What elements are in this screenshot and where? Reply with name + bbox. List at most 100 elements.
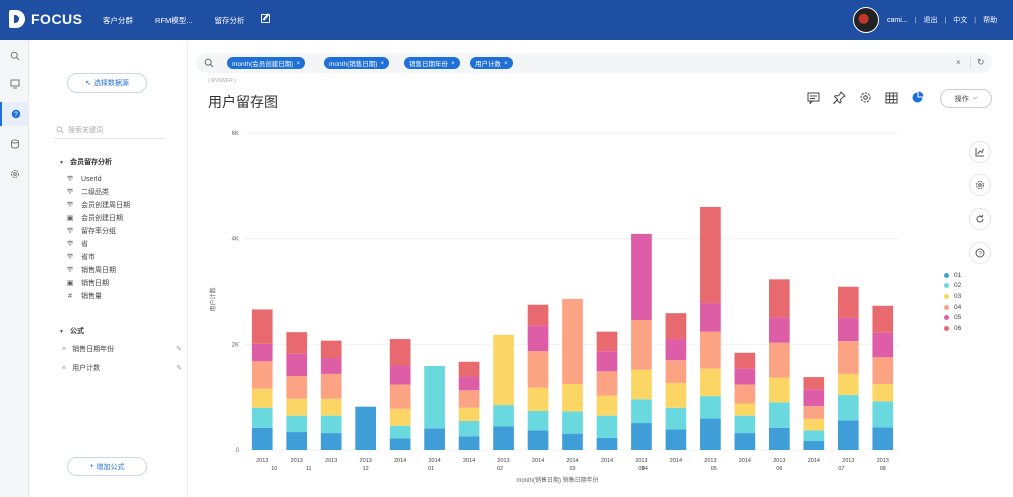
axis-config-icon[interactable]	[969, 141, 991, 163]
close-icon[interactable]: ×	[380, 60, 384, 67]
bar-segment	[527, 387, 549, 411]
bar-segment	[527, 410, 549, 431]
legend-item[interactable]: 06	[944, 323, 961, 334]
plus-icon: +	[89, 463, 94, 470]
field-item[interactable]: Ͳ 二级品类	[66, 187, 109, 197]
refresh-icon[interactable]: ↻	[977, 57, 985, 68]
gear-icon[interactable]	[858, 90, 873, 105]
logout-link[interactable]: 退出	[923, 15, 937, 25]
close-icon[interactable]: ×	[504, 60, 508, 67]
bar-segment	[769, 317, 790, 343]
search-icon[interactable]	[0, 44, 29, 68]
arrow-icon: ↖	[85, 80, 91, 87]
field-item[interactable]: # 销售量	[66, 291, 102, 301]
pin-icon[interactable]	[832, 90, 847, 105]
bar-segment	[769, 342, 790, 378]
bar-segment	[837, 286, 859, 318]
language-switch[interactable]: 中文	[953, 15, 967, 25]
bar-segment	[631, 423, 652, 450]
query-chip[interactable]: month(会员创建日期) ×	[227, 57, 306, 69]
pie-chart-icon[interactable]	[910, 90, 925, 105]
bar-segment	[389, 438, 411, 450]
field-item[interactable]: Ͳ 留存率分组	[66, 226, 116, 236]
field-item[interactable]: ▣ 会员创建日期	[66, 213, 123, 223]
legend-item[interactable]: 05	[944, 312, 961, 323]
database-icon[interactable]	[0, 132, 29, 156]
field-item[interactable]: Ͳ 销售周日期	[66, 265, 116, 275]
group-retention-analysis[interactable]: ▼ 会员留存分析	[59, 157, 112, 167]
user-menu: cami... | 退出 | 中文 | 帮助	[887, 15, 997, 25]
formula-item[interactable]: × 销售日期年份 ✎	[62, 344, 182, 354]
close-icon[interactable]: ×	[451, 60, 455, 67]
logo[interactable]: FOCUS	[9, 10, 83, 28]
help-link[interactable]: 帮助	[983, 15, 997, 25]
legend-item[interactable]: 01	[944, 270, 961, 281]
x-tick-label-month: 02	[497, 466, 503, 472]
avatar[interactable]	[853, 7, 879, 33]
bar-segment	[734, 433, 756, 450]
gear-icon[interactable]	[969, 174, 991, 196]
x-tick-label-year: 2013	[497, 458, 509, 464]
x-tick-label-year: 2014	[601, 458, 613, 464]
edit-icon[interactable]: ✎	[176, 345, 182, 353]
close-icon[interactable]: ×	[296, 60, 300, 67]
nav-retention-analysis[interactable]: 留存分析	[215, 15, 245, 26]
select-datasource-button[interactable]: ↖ 选择数据源	[67, 73, 147, 93]
gear-icon[interactable]	[0, 162, 29, 186]
text-field-icon: Ͳ	[66, 202, 74, 209]
chip-label: 销售日期年份	[409, 61, 448, 68]
query-chip[interactable]: month(销售日期) ×	[324, 57, 390, 69]
refresh-icon[interactable]	[969, 208, 991, 230]
legend-item[interactable]: 04	[944, 302, 961, 313]
help-icon[interactable]: ?	[969, 242, 991, 264]
query-chip[interactable]: 销售日期年份 ×	[404, 57, 460, 69]
x-tick-label-year: 2013	[842, 458, 854, 464]
legend-label: 06	[954, 324, 962, 332]
x-tick-label-year: 2013	[256, 458, 268, 464]
bar-segment	[803, 389, 825, 407]
x-tick-label-month: 07	[838, 466, 844, 472]
x-tick-label-year: 2013	[325, 458, 337, 464]
bar-segment	[562, 433, 583, 450]
bar-segment	[320, 398, 342, 416]
legend-item[interactable]: 03	[944, 291, 961, 302]
search-query-bar[interactable]: month(会员创建日期) × month(销售日期) × 销售日期年份 × 用户计数…	[196, 53, 992, 73]
field-search-input[interactable]: 搜索关键词	[56, 125, 166, 135]
query-chip[interactable]: 用户计数 ×	[470, 57, 513, 69]
bar-segment	[389, 365, 411, 385]
bar-segment	[837, 395, 859, 421]
nav-rfm-model[interactable]: RFM模型...	[155, 15, 193, 26]
answer-tag: ( ANSWER )	[208, 78, 236, 84]
clear-icon[interactable]: ×	[956, 58, 961, 67]
edit-icon[interactable]: ✎	[176, 364, 182, 372]
formula-item[interactable]: × 用户计数 ✎	[62, 363, 182, 373]
bar-segment	[389, 408, 411, 426]
user-name[interactable]: cami...	[887, 17, 908, 24]
edit-icon[interactable]	[261, 14, 270, 23]
field-item[interactable]: ▣ 销售日期	[66, 278, 109, 288]
close-icon[interactable]: ×	[62, 365, 66, 372]
comment-icon[interactable]	[806, 90, 821, 105]
field-item[interactable]: Ͳ 省市	[66, 252, 95, 262]
field-item[interactable]: Ͳ 会员创建周日期	[66, 200, 130, 210]
board-icon[interactable]	[0, 72, 29, 96]
field-item[interactable]: Ͳ省	[66, 239, 88, 249]
operations-dropdown[interactable]: 操作 ⌵	[940, 89, 992, 108]
nav-customer-segmentation[interactable]: 客户分群	[103, 15, 133, 26]
search-placeholder: 搜索关键词	[68, 127, 103, 134]
text-field-icon: Ͳ	[66, 241, 74, 248]
bar-segment	[596, 351, 618, 372]
legend-label: 01	[954, 271, 962, 279]
legend-item[interactable]: 02	[944, 281, 961, 292]
chevron-down-icon: ⌵	[972, 95, 978, 101]
table-icon[interactable]	[884, 90, 899, 105]
x-tick-label-year: 2013	[360, 458, 372, 464]
add-formula-button[interactable]: + 增加公式	[67, 457, 147, 476]
field-item[interactable]: Ͳ UserId	[66, 174, 102, 184]
legend-label: 03	[954, 292, 962, 300]
bar-segment	[769, 402, 790, 428]
group-formulas[interactable]: ▼ 公式	[59, 326, 84, 336]
bar-segment	[458, 390, 480, 408]
question-icon[interactable]: ?	[0, 102, 29, 126]
close-icon[interactable]: ×	[62, 346, 66, 353]
